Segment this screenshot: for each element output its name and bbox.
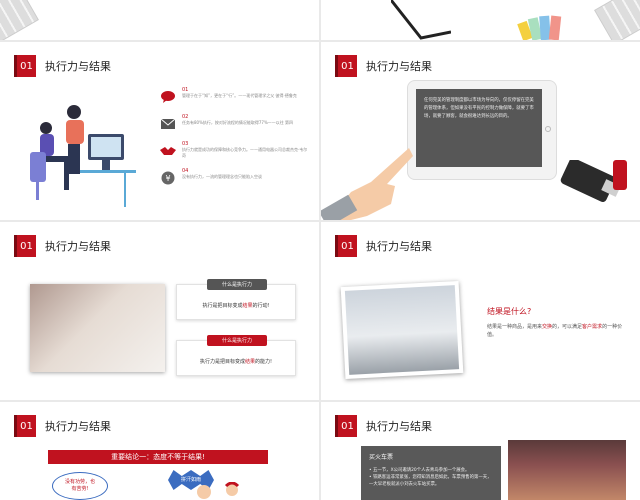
chat-icon	[160, 89, 176, 105]
slide-thumbnail-3[interactable]: 01 执行力与结果 什么是执行力 执行是把目标变成结果的行动! 什么是执行力 执…	[0, 222, 319, 400]
story-box: 买火车票 • 五一节，X公司邀请20个人去青岛参加一个展会。 • 铁路客运非常紧…	[361, 446, 501, 500]
card-text: 执行力是把目标变成结果的能力!	[199, 359, 273, 365]
item-text: 执行力就是成功的保障和核心竞争力。——通用电器公司总裁杰克·韦尔奇	[182, 147, 308, 158]
usb-drive-illustration	[560, 160, 627, 202]
result-heading: 结果是什么?	[487, 307, 532, 316]
slide-title: 执行力与结果	[45, 60, 111, 73]
tablet-illustration: 任何完美的管理制度都以市场为导向的，仅仅停留在完美的管理体系，但如果没有平民的控…	[407, 80, 557, 180]
card-label: 什么是执行力	[207, 335, 267, 346]
cartoon-people-illustration	[197, 482, 240, 499]
section-badge: 01	[335, 415, 357, 437]
slide-header: 01 执行力与结果	[335, 415, 432, 437]
slide-title: 执行力与结果	[366, 420, 432, 433]
section-badge: 01	[335, 55, 357, 77]
card-text: 执行是把目标变成结果的行动!	[202, 303, 270, 309]
meeting-room-photo	[340, 280, 464, 380]
item-text: 任务有80%执行，按对好流程的情况能取得77%——以往 第四	[182, 120, 294, 125]
list-item: 02 任务有80%执行，按对好流程的情况能取得77%——以往 第四	[160, 114, 310, 136]
slide-thumbnail-4[interactable]: 01 执行力与结果 结果是什么? 结果是一种商品，是用来交换的，可以满足客户需求…	[321, 222, 640, 400]
section-badge: 01	[14, 55, 36, 77]
story-title: 买火车票	[369, 454, 394, 461]
slide-thumbnail-top-left[interactable]	[0, 0, 319, 40]
coin-icon: ¥	[160, 170, 176, 186]
item-text: 管理于在于“知”，更在于“行”。——现代管理学之父 彼得·德鲁克	[182, 93, 297, 98]
tablet-home-button	[545, 126, 551, 132]
result-description: 结果是一种商品，是用来交换的，可以满足客户需求的一种价值。	[487, 324, 623, 338]
tablet-screen-text: 任何完美的管理制度都以市场为导向的，仅仅停留在完美的管理体系，但如果没有平民的控…	[416, 89, 542, 167]
card-label: 什么是执行力	[207, 279, 267, 290]
section-badge: 01	[335, 235, 357, 257]
slide-header: 01 执行力与结果	[14, 55, 111, 77]
tablet-corner-illustration	[391, 0, 451, 40]
conclusion-banner: 重要结论一：态度不等于结果!	[48, 450, 268, 464]
mail-icon	[160, 116, 176, 132]
office-workers-illustration	[30, 105, 136, 207]
slide-thumbnail-top-right[interactable]	[321, 0, 640, 40]
quote-list: 01 管理于在于“知”，更在于“行”。——现代管理学之父 彼得·德鲁克 02 任务有…	[160, 87, 310, 195]
slide-sorter-grid: 01 执行力与结果 01 管理于在于“知”，更在于“行”。——现代管理学之父 彼得…	[0, 0, 640, 500]
handshake-icon	[160, 143, 176, 159]
thought-cloud: 没有功劳，也 有苦劳!	[52, 472, 108, 500]
list-item: 03 执行力就是成功的保障和核心竞争力。——通用电器公司总裁杰克·韦尔奇	[160, 141, 310, 163]
item-text: 没有执行力，一流的管理理念也只能陷入空谈	[182, 174, 262, 179]
keyboard-illustration	[594, 0, 640, 40]
definition-card: 什么是执行力 执行力是把目标变成结果的能力!	[176, 335, 296, 376]
slide-thumbnail-6[interactable]: 01 执行力与结果 买火车票 • 五一节，X公司邀请20个人去青岛参加一个展会。…	[321, 402, 640, 500]
list-item: 01 管理于在于“知”，更在于“行”。——现代管理学之父 彼得·德鲁克	[160, 87, 310, 109]
keyboard-illustration	[0, 0, 39, 40]
slide-title: 执行力与结果	[45, 240, 111, 253]
train-station-crowd-photo	[508, 440, 626, 500]
slide-thumbnail-2[interactable]: 01 执行力与结果 任何完美的管理制度都以市场为导向的，仅仅停留在完美的管理体系…	[321, 42, 640, 220]
pointing-hand-illustration	[321, 148, 413, 220]
definition-card: 什么是执行力 执行是把目标变成结果的行动!	[176, 279, 296, 320]
slide-header: 01 执行力与结果	[14, 415, 111, 437]
section-badge: 01	[14, 235, 36, 257]
section-badge: 01	[14, 415, 36, 437]
svg-text:¥: ¥	[165, 174, 170, 183]
slide-header: 01 执行力与结果	[14, 235, 111, 257]
color-swatch-illustration	[517, 15, 562, 40]
slide-thumbnail-5[interactable]: 01 执行力与结果 重要结论一：态度不等于结果! 没有功劳，也 有苦劳! 拼汗如雨	[0, 402, 319, 500]
list-item: ¥ 04 没有执行力，一流的管理理念也只能陷入空谈	[160, 168, 310, 190]
slide-title: 执行力与结果	[366, 60, 432, 73]
slide-header: 01 执行力与结果	[335, 235, 432, 257]
slide-header: 01 执行力与结果	[335, 55, 432, 77]
slide-thumbnail-1[interactable]: 01 执行力与结果 01 管理于在于“知”，更在于“行”。——现代管理学之父 彼得…	[0, 42, 319, 220]
woman-at-desk-photo	[30, 284, 165, 372]
slide-title: 执行力与结果	[45, 420, 111, 433]
slide-title: 执行力与结果	[366, 240, 432, 253]
story-bullet: • 五一节，X公司邀请20个人去青岛参加一个展会。	[369, 468, 470, 473]
story-bullet: • 铁路客运非常紧张，您得知消息后如此，车票预售的第一天，一大早老板就派小刘去火…	[369, 475, 492, 487]
